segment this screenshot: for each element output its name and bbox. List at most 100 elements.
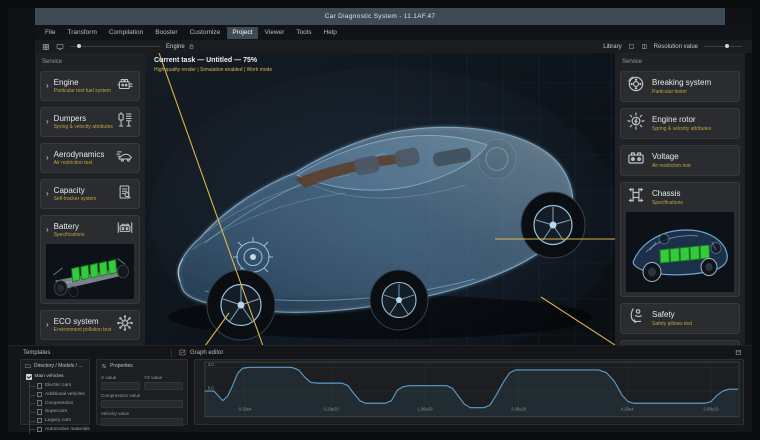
- card-subtitle: Air restriction test: [53, 160, 93, 167]
- service-card-aerodynamics[interactable]: › Aerodynamics Air restriction test: [40, 143, 140, 173]
- tree-item-compression[interactable]: Compression: [29, 399, 87, 408]
- menu-item-customize[interactable]: Customize: [185, 27, 226, 39]
- task-status: High quality render | Simulation enabled…: [154, 66, 273, 73]
- engine-selector[interactable]: Engine: [166, 43, 195, 50]
- chevron-right-icon: ›: [46, 81, 49, 90]
- tree-root-item[interactable]: Main vehicles: [26, 374, 86, 380]
- service-card-capacity[interactable]: › Capacity Self-tracker system: [40, 179, 140, 209]
- damper-icon: [118, 111, 132, 127]
- chassis-icon: [628, 187, 644, 203]
- bottom-panel: Templates Graph editor Directory / Model…: [8, 345, 752, 434]
- menu-item-file[interactable]: File: [40, 27, 60, 39]
- menu-item-booster[interactable]: Booster: [150, 27, 182, 39]
- tree-item-electric-cars[interactable]: Electric cars: [29, 382, 87, 391]
- front-right-wheel: [369, 269, 429, 331]
- menu-item-help[interactable]: Help: [319, 27, 342, 39]
- tree-item-marker: [36, 417, 42, 424]
- directory-header: Directory / Models / ...: [34, 363, 83, 369]
- card-title: Engine: [53, 77, 79, 87]
- header-divider: [171, 348, 172, 357]
- resolution-selector[interactable]: Resolution value: [654, 44, 698, 50]
- service-card-battery[interactable]: › Battery Specifications: [40, 215, 140, 304]
- tree-item-supercars[interactable]: Supercars: [29, 408, 87, 417]
- menu-item-tools[interactable]: Tools: [291, 27, 316, 39]
- split-square-icon: [641, 44, 647, 49]
- eco-icon: [117, 314, 133, 331]
- card-title: Breaking system: [652, 78, 712, 88]
- tree-item-legacy-cars[interactable]: Legacy cars: [29, 416, 87, 425]
- directory-tree: Main vehicles Electric cars Additional ve…: [21, 372, 90, 434]
- menu-item-viewer[interactable]: Viewer: [260, 27, 290, 39]
- right-service-header: Service: [622, 59, 643, 65]
- chevron-right-icon: ›: [46, 117, 49, 126]
- title-bar[interactable]: Car Diagnostic System - 11.1AF.47: [35, 8, 725, 25]
- tree-item-automotive-materials[interactable]: Automotive materials: [29, 425, 90, 434]
- menu-item-transform[interactable]: Transform: [62, 27, 101, 39]
- directory-panel: Directory / Models / ... Main vehicles E…: [20, 359, 90, 434]
- monitor-icon: [56, 43, 64, 50]
- velocity-value-input[interactable]: [101, 417, 183, 426]
- svg-text:0.0: 0.0: [208, 385, 214, 390]
- card-title: Engine rotor: [652, 115, 696, 125]
- viewport-3d[interactable]: Current task — Untitled — 75% High quali…: [145, 53, 615, 346]
- battery-preview-image: [46, 244, 134, 299]
- compression-value-input[interactable]: [101, 399, 183, 408]
- card-subtitle: Self-tracker system: [53, 196, 97, 203]
- templates-header[interactable]: Templates: [8, 350, 171, 356]
- service-card-dumpers[interactable]: › Dumpers Spring & velocity attributes: [40, 107, 140, 137]
- service-card-chassis[interactable]: Chassis Specifications: [620, 182, 740, 297]
- chevron-right-icon: ›: [46, 189, 49, 198]
- layout-split-icon[interactable]: [641, 43, 648, 50]
- menu-item-project[interactable]: Project: [227, 26, 258, 39]
- tree-item-marker: [36, 391, 42, 398]
- x-value-label: X value: [101, 375, 117, 380]
- layout-single-icon[interactable]: [628, 43, 635, 50]
- velocity-value-label: Velocity value: [101, 411, 130, 416]
- panel-icon: [736, 350, 741, 355]
- card-title: Dumpers: [53, 113, 87, 123]
- grid-icon: [43, 43, 49, 50]
- card-subtitle: Spring & velocity attributes: [53, 124, 113, 131]
- panel-options-icon[interactable]: [735, 349, 742, 356]
- monitor-view-button[interactable]: [56, 43, 64, 51]
- tree-item-marker: [36, 383, 42, 389]
- chassis-preview-image: [626, 212, 734, 292]
- service-card-engine[interactable]: › Engine Particular test fuel system: [40, 71, 140, 101]
- left-service-panel: Service › Engine Particular test fuel syst…: [35, 53, 145, 346]
- yz-value-label: YZ value: [144, 375, 163, 380]
- sliders-icon: [101, 364, 107, 368]
- library-button[interactable]: Library: [603, 44, 621, 50]
- graph-editor-label: Graph editor: [190, 349, 224, 356]
- window-title: Car Diagnostic System - 11.1AF.47: [324, 13, 436, 20]
- menu-item-compilation[interactable]: Compilation: [104, 27, 148, 39]
- graph-editor-header[interactable]: Graph editor: [179, 349, 223, 356]
- service-card-safety[interactable]: Safety Safety pillows test: [620, 303, 740, 334]
- x-value-input[interactable]: [101, 381, 140, 390]
- lock-icon: [189, 44, 193, 49]
- rotor-icon: [627, 112, 645, 130]
- svg-text:3.0: 3.0: [208, 362, 214, 367]
- service-card-breaking-system[interactable]: Breaking system Particular tester: [620, 71, 740, 102]
- service-card-voltage[interactable]: Voltage Air restriction test: [620, 145, 740, 176]
- service-card-eco-system[interactable]: › ECO system Environment pollution test: [40, 310, 140, 340]
- graph-editor-canvas[interactable]: -0.29e40.29e201.06e202.06e204.29e42.09e2…: [194, 359, 744, 425]
- yz-value-input[interactable]: [144, 381, 183, 390]
- card-title: Battery: [53, 221, 80, 231]
- tree-item-marker: [36, 400, 42, 406]
- card-subtitle: Particular tester: [652, 88, 688, 95]
- chevron-right-icon: ›: [46, 153, 49, 162]
- toolbar: Engine Library Resolution value: [35, 40, 752, 53]
- checkbox-checked-icon[interactable]: [26, 374, 32, 380]
- tree-item-additional-vehicles[interactable]: Additional vehicles: [29, 390, 87, 399]
- service-card-engine-rotor[interactable]: Engine rotor Spring & velocity attributes: [620, 108, 740, 139]
- compression-value-label: Compression value: [101, 393, 141, 398]
- card-title: Chassis: [652, 189, 681, 199]
- chevron-right-icon: ›: [46, 320, 49, 329]
- grid-view-button[interactable]: [42, 43, 50, 51]
- card-subtitle: Safety pillows test: [652, 320, 693, 327]
- toolbar-left-slider[interactable]: [70, 44, 160, 48]
- engine-icon: [117, 78, 133, 89]
- battery-icon: [117, 221, 133, 233]
- tree-root-label: Main vehicles: [34, 374, 64, 380]
- resolution-slider[interactable]: [704, 44, 742, 48]
